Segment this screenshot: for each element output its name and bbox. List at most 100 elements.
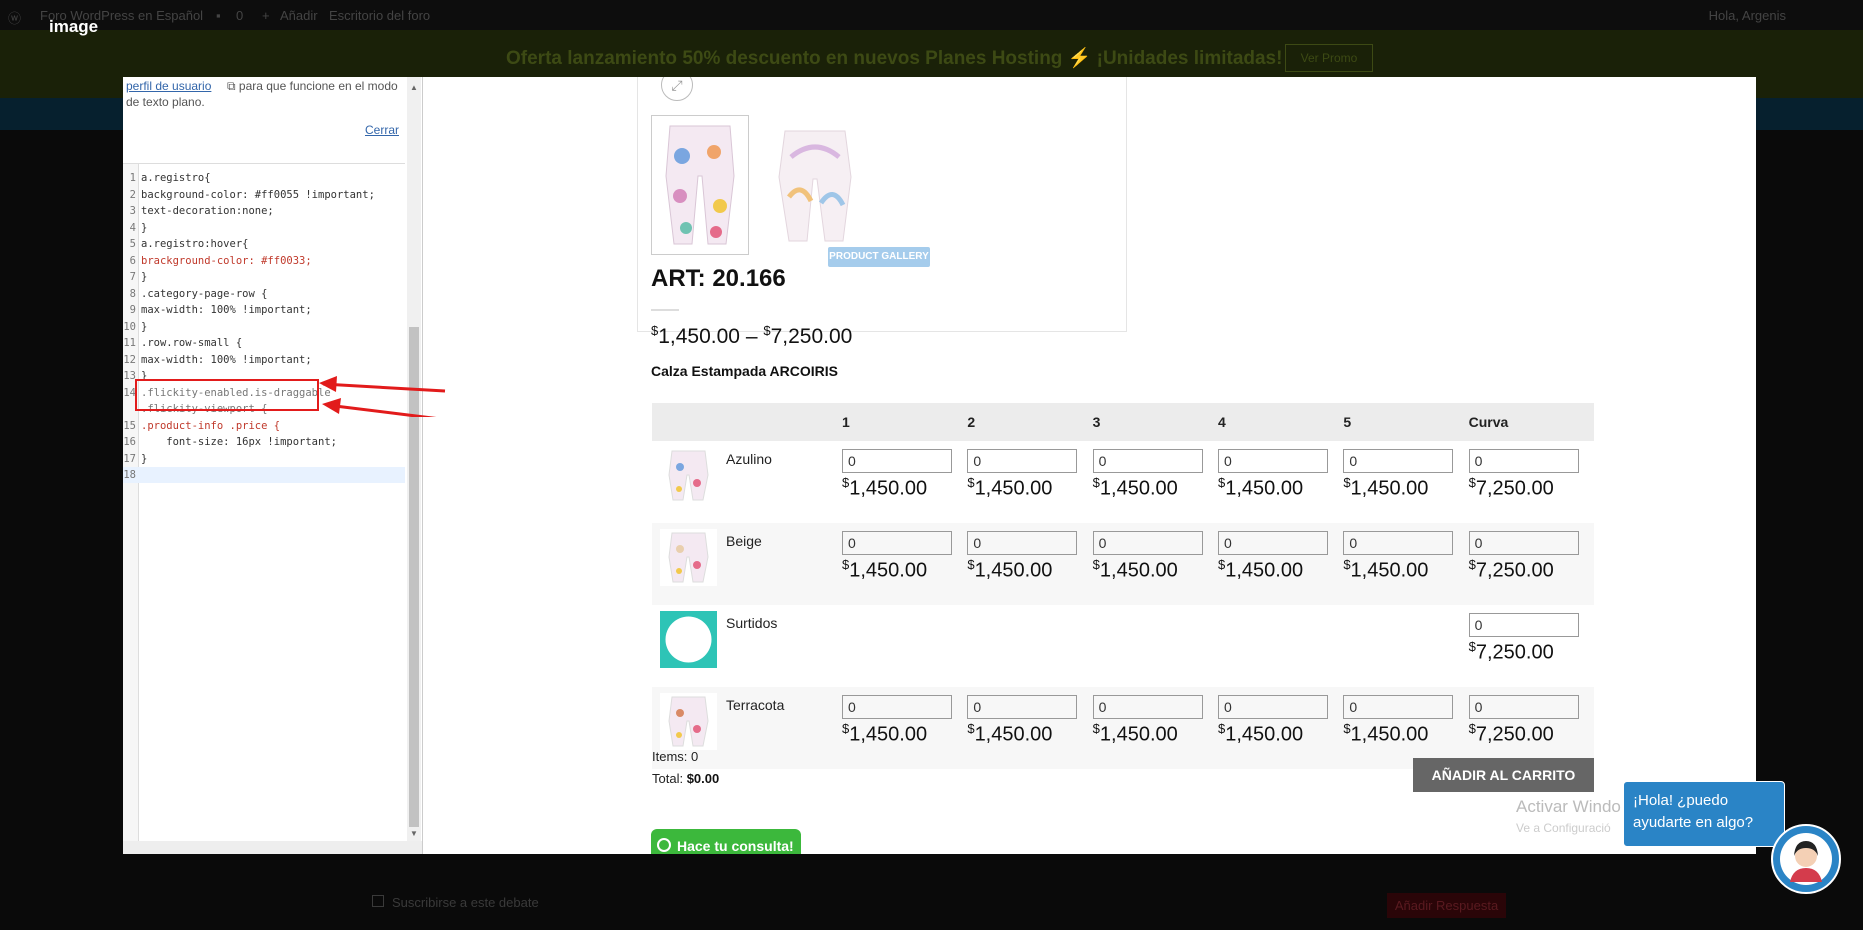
swatch-cell — [652, 441, 726, 523]
plus-icon: + — [262, 8, 270, 23]
product-gallery-badge[interactable]: PRODUCT GALLERY — [828, 247, 930, 267]
admin-greeting[interactable]: Hola, Argenis — [1709, 8, 1786, 23]
promo-button[interactable]: Ver Promo — [1285, 44, 1373, 72]
price-value: 1,450.00 — [1099, 723, 1178, 746]
price-value: 1,450.00 — [1225, 723, 1304, 746]
unit-price: $1,450.00 — [1343, 475, 1468, 501]
arrow-line-2 — [326, 403, 437, 417]
chat-avatar-icon[interactable] — [1771, 824, 1841, 894]
column-header: 3 — [1092, 403, 1218, 441]
code-line[interactable]: 17} — [123, 451, 405, 467]
quantity-input[interactable]: 0 — [1217, 531, 1328, 555]
chat-bubble[interactable]: ¡Hola! ¿puedo ayudarte en algo? — [1623, 781, 1785, 847]
editor-hscrollbar[interactable] — [123, 841, 422, 854]
quantity-input[interactable]: 0 — [1468, 613, 1579, 637]
price-value: 7,250.00 — [1475, 641, 1554, 664]
admin-add-link[interactable]: Añadir — [280, 8, 318, 23]
unit-price: $1,450.00 — [1218, 475, 1343, 501]
total-line: Total: $0.00 — [652, 771, 719, 786]
unit-price: $7,250.00 — [1469, 721, 1594, 747]
currency-symbol: $ — [1468, 721, 1476, 736]
quantity-input[interactable]: 0 — [967, 531, 1078, 555]
quantity-input[interactable]: 0 — [967, 695, 1078, 719]
admin-comments-count[interactable]: 0 — [236, 8, 243, 23]
arrow-line-1 — [322, 382, 446, 393]
price-value: 1,450.00 — [1225, 559, 1304, 582]
product-title: ART: 20.166 — [651, 265, 786, 292]
total-value: $0.00 — [686, 771, 720, 786]
qty-cell — [1093, 605, 1218, 687]
unit-price: $1,450.00 — [967, 557, 1092, 583]
quantity-input[interactable]: 0 — [842, 449, 952, 473]
currency-symbol: $ — [1092, 557, 1100, 572]
unit-price: $1,450.00 — [967, 721, 1092, 747]
windows-activation-watermark: Activar Windo — [1516, 797, 1621, 816]
quantity-input[interactable]: 0 — [1217, 449, 1328, 473]
quantity-input[interactable]: 0 — [1343, 449, 1454, 473]
qty-cell: 0 $1,450.00 — [1343, 687, 1469, 769]
quantity-input[interactable]: 0 — [967, 449, 1078, 473]
price-value: 1,450.00 — [849, 723, 928, 746]
windows-activation-subtext: Ve a Configuració — [1516, 821, 1611, 835]
quantity-input[interactable]: 0 — [1343, 531, 1454, 555]
code-line[interactable]: 18 — [123, 467, 405, 483]
quantity-input[interactable]: 0 — [1468, 531, 1579, 555]
price-value: 1,450.00 — [849, 559, 928, 582]
currency-symbol: $ — [1343, 557, 1351, 572]
variant-swatch-image[interactable] — [660, 611, 717, 668]
total-label: Total: — [652, 771, 684, 786]
variant-swatch-image[interactable] — [660, 693, 717, 750]
qty-cell: 0 $7,250.00 — [1468, 441, 1594, 523]
currency-symbol: $ — [967, 475, 975, 490]
variant-name: Surtidos — [726, 615, 778, 631]
table-row: Beige 0 $1,450.00 0 $1,450.00 0 $1,450.00 0 $1,4… — [652, 523, 1594, 605]
whatsapp-icon — [657, 838, 671, 852]
variant-swatch-image[interactable] — [660, 529, 717, 586]
variant-swatch-image[interactable] — [660, 447, 717, 504]
column-header: 1 — [842, 403, 968, 441]
currency-symbol: $ — [967, 721, 975, 736]
quantity-input[interactable]: 0 — [1092, 695, 1203, 719]
quantity-input[interactable]: 0 — [1217, 695, 1328, 719]
checkbox-icon[interactable] — [372, 895, 384, 907]
quantity-input[interactable]: 0 — [1092, 449, 1203, 473]
qty-cell: 0 $1,450.00 — [1092, 687, 1218, 769]
quantity-input[interactable]: 0 — [1468, 449, 1579, 473]
column-header: Curva — [1468, 403, 1594, 441]
price-range: $1,450.00 – $7,250.00 — [651, 323, 853, 348]
gallery-thumbnail[interactable] — [651, 115, 749, 255]
add-to-cart-button[interactable]: AÑADIR AL CARRITO — [1413, 758, 1594, 792]
column-header: 4 — [1217, 403, 1344, 441]
code-text: font-size: 16px !important; — [141, 436, 337, 448]
product-name: Calza Estampada ARCOIRIS — [651, 363, 838, 379]
quantity-input[interactable]: 0 — [1092, 531, 1203, 555]
qty-cell — [1218, 605, 1343, 687]
comment-icon[interactable]: ▪ — [216, 8, 221, 23]
line-number: 15 — [123, 419, 136, 432]
qty-cell: 0 $1,450.00 — [842, 687, 968, 769]
wordpress-logo-icon[interactable]: ⓦ — [8, 8, 21, 27]
code-line[interactable]: 15 .product-info .price { — [123, 418, 405, 434]
whatsapp-consult-button[interactable]: Hace tu consulta! — [651, 829, 801, 854]
price-value: 1,450.00 — [1225, 477, 1304, 500]
quantity-input[interactable]: 0 — [1343, 695, 1454, 719]
gallery-thumbnail[interactable] — [767, 117, 863, 251]
scroll-down-icon[interactable]: ▼ — [410, 829, 418, 838]
unit-price: $7,250.00 — [1469, 557, 1594, 583]
quantity-input[interactable]: 0 — [842, 695, 952, 719]
unit-price: $1,450.00 — [1343, 557, 1468, 583]
table-row: Azulino 0 $1,450.00 0 $1,450.00 0 $1,450.00 0 $1… — [652, 441, 1594, 523]
price-value: 1,450.00 — [1099, 559, 1178, 582]
quantity-input[interactable]: 0 — [842, 531, 952, 555]
table-row: Surtidos 0 $7,250.00 — [652, 605, 1594, 687]
code-line[interactable]: 16 font-size: 16px !important; — [123, 434, 405, 450]
unit-price: $1,450.00 — [967, 475, 1092, 501]
add-reply-button[interactable]: Añadir Respuesta — [1387, 893, 1506, 918]
quantity-input[interactable]: 0 — [1468, 695, 1579, 719]
admin-dashboard-link[interactable]: Escritorio del foro — [329, 8, 430, 23]
subscribe-option[interactable]: Suscribirse a este debate — [372, 895, 539, 910]
unit-price: $7,250.00 — [1469, 639, 1594, 665]
variant-name: Azulino — [726, 451, 772, 467]
price-value: 1,450.00 — [1350, 477, 1429, 500]
variation-table: 1 2 3 4 5 Curva Azulino 0 $1,450.00 0 $1,450.00 0 $… — [652, 403, 1594, 769]
